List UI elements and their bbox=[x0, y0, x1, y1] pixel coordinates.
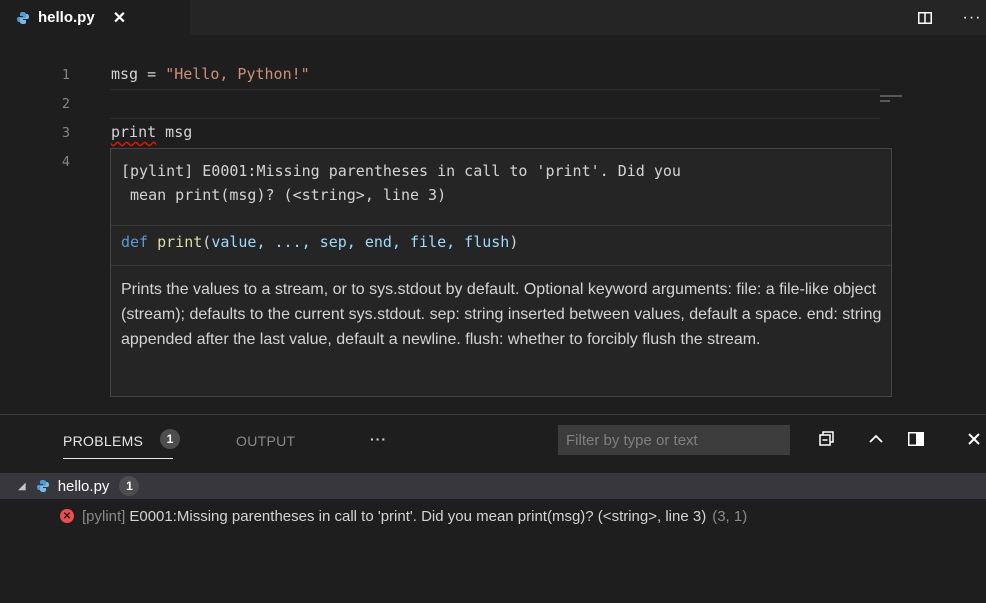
problems-filter-input[interactable] bbox=[558, 425, 790, 455]
problem-source: [pylint] bbox=[82, 507, 126, 525]
editor-tab-bar: hello.py ✕ ··· bbox=[0, 0, 986, 35]
hover-signature: def print(value, ..., sep, end, file, fl… bbox=[121, 233, 518, 251]
more-actions-button[interactable]: ··· bbox=[958, 0, 986, 35]
problems-file-row[interactable]: ◢ hello.py 1 bbox=[0, 473, 986, 499]
code-string: "Hello, Python!" bbox=[165, 65, 310, 83]
line-number: 2 bbox=[61, 96, 70, 112]
problem-location: (3, 1) bbox=[712, 507, 748, 525]
problems-filename: hello.py bbox=[57, 477, 110, 495]
problems-file-count-badge: 1 bbox=[119, 476, 140, 496]
close-tab-icon[interactable]: ✕ bbox=[113, 8, 126, 28]
error-icon: ✕ bbox=[60, 509, 74, 523]
python-file-icon bbox=[36, 480, 49, 492]
hover-divider bbox=[111, 225, 891, 226]
hover-tooltip: [pylint] E0001:Missing parentheses in ca… bbox=[110, 148, 892, 397]
sig-def-keyword: def bbox=[121, 233, 149, 251]
hover-divider bbox=[111, 265, 891, 266]
python-file-icon bbox=[17, 11, 29, 24]
current-line-highlight bbox=[110, 89, 880, 119]
collapse-all-button[interactable] bbox=[815, 427, 839, 451]
tab-problems[interactable]: PROBLEMS bbox=[63, 433, 174, 459]
collapse-all-icon bbox=[819, 431, 834, 446]
sig-function-name: print bbox=[157, 233, 203, 251]
split-editor-icon bbox=[918, 11, 932, 24]
line-number: 1 bbox=[61, 67, 70, 83]
code-argument: msg bbox=[156, 123, 193, 141]
maximize-panel-button[interactable] bbox=[864, 427, 888, 451]
split-editor-button[interactable] bbox=[912, 0, 938, 35]
hover-docstring: Prints the values to a stream, or to sys… bbox=[121, 281, 882, 348]
tab-output[interactable]: OUTPUT bbox=[236, 433, 295, 449]
tab-filename: hello.py bbox=[38, 9, 95, 26]
sig-open-paren: ( bbox=[202, 233, 212, 251]
tab-hello-py[interactable]: hello.py ✕ bbox=[0, 0, 190, 35]
collapse-caret-icon[interactable]: ◢ bbox=[18, 481, 26, 492]
minimap[interactable] bbox=[880, 94, 920, 104]
code-line-1: msg = "Hello, Python!" bbox=[111, 65, 310, 83]
problem-message: E0001:Missing parentheses in call to 'pr… bbox=[129, 507, 707, 525]
bottom-panel: PROBLEMS 1 OUTPUT ··· ◢ hello.py bbox=[0, 414, 986, 603]
chevron-up-icon bbox=[869, 434, 883, 443]
close-panel-button[interactable] bbox=[962, 427, 986, 451]
code-print-keyword: print bbox=[111, 123, 157, 141]
code-line-3: print msg bbox=[111, 123, 192, 141]
sig-close-paren: ) bbox=[509, 233, 519, 251]
panel-layout-icon bbox=[908, 432, 924, 446]
panel-more-button[interactable]: ··· bbox=[370, 431, 387, 447]
hover-error-message: [pylint] E0001:Missing parentheses in ca… bbox=[121, 162, 681, 204]
problems-count-badge: 1 bbox=[160, 429, 180, 449]
close-icon bbox=[968, 433, 980, 445]
sig-params: value, ..., sep, end, file, flush bbox=[211, 233, 510, 251]
code-variable: msg = bbox=[111, 65, 166, 83]
line-number: 4 bbox=[61, 154, 70, 170]
problem-item[interactable]: ✕ [pylint] E0001:Missing parentheses in … bbox=[0, 503, 986, 529]
line-number: 3 bbox=[61, 125, 70, 141]
toggle-panel-position-button[interactable] bbox=[904, 427, 928, 451]
